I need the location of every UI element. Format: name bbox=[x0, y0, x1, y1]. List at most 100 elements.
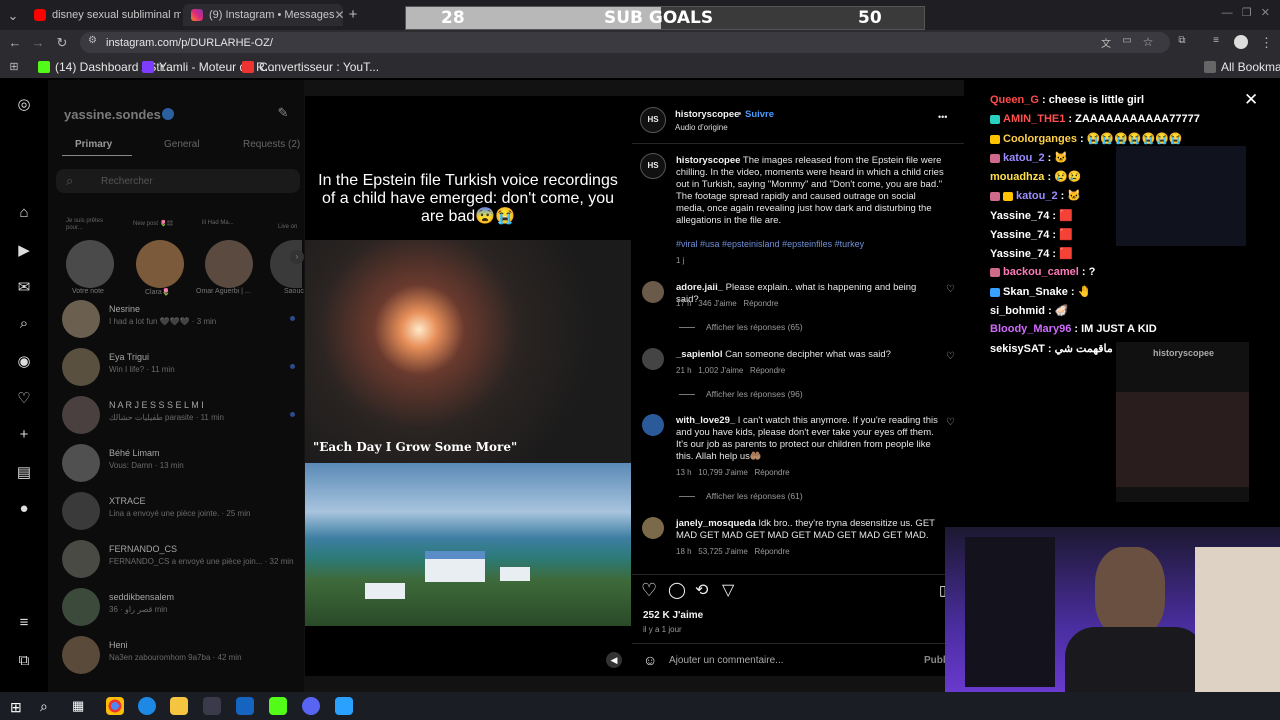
notifications-icon[interactable]: ♡ bbox=[14, 389, 34, 409]
list-item[interactable]: Eya Trigui Win I life? · 11 min bbox=[62, 348, 302, 392]
store-icon[interactable] bbox=[203, 697, 221, 715]
reels-icon[interactable]: ▶ bbox=[14, 241, 34, 261]
like-count[interactable]: 252 K J'aime bbox=[643, 610, 703, 621]
compose-icon[interactable]: ✎ bbox=[275, 105, 291, 121]
view-replies-button[interactable]: Afficher les réponses (65) bbox=[706, 322, 803, 332]
close-icon[interactable]: ✕ bbox=[1244, 90, 1258, 110]
search-icon[interactable]: ⌕ bbox=[14, 315, 34, 335]
all-bookmarks[interactable]: All Bookmarks bbox=[1204, 60, 1280, 74]
cast-icon[interactable]: ▭ bbox=[1121, 35, 1133, 46]
chrome-icon[interactable] bbox=[106, 697, 124, 715]
apps-icon[interactable]: ⊞ bbox=[8, 60, 20, 73]
window-controls[interactable]: — ❐ ✕ bbox=[1190, 6, 1270, 19]
avatar[interactable] bbox=[642, 348, 664, 370]
new-tab-button[interactable]: + bbox=[346, 6, 360, 23]
list-item[interactable]: N A R J E S S S E L M I طفيليات حشالك par… bbox=[62, 396, 302, 440]
mute-icon[interactable]: ◀ bbox=[606, 652, 622, 668]
extensions-icon[interactable]: ⧉ bbox=[1176, 35, 1188, 46]
reply-button[interactable]: Répondre bbox=[754, 468, 789, 477]
reply-button[interactable]: Répondre bbox=[743, 299, 778, 308]
profile-icon[interactable]: ● bbox=[14, 500, 34, 520]
heart-icon[interactable]: ♡ bbox=[946, 284, 955, 295]
avatar[interactable] bbox=[66, 240, 114, 288]
tab-instagram[interactable]: (9) Instagram • Messages ✕ bbox=[183, 4, 343, 26]
tab-youtube[interactable]: disney sexual subliminal messa ✕ bbox=[26, 4, 181, 26]
menu-icon[interactable]: ⋮ bbox=[1260, 35, 1273, 51]
comment-user[interactable]: _sapienlol bbox=[676, 349, 722, 360]
instagram-logo-icon[interactable]: ◎ bbox=[14, 95, 34, 115]
profile-avatar[interactable] bbox=[1234, 35, 1248, 49]
comment-likes[interactable]: 1,002 J'aime bbox=[698, 366, 743, 375]
windows-start-icon[interactable]: ⊞ bbox=[10, 699, 22, 716]
avatar[interactable] bbox=[136, 240, 184, 288]
back-icon[interactable]: ← bbox=[8, 35, 22, 50]
address-bar[interactable]: ⚙ instagram.com/p/DURLARHE-OZ/ bbox=[80, 32, 1170, 53]
comment-likes[interactable]: 10,799 J'aime bbox=[698, 468, 748, 477]
file-explorer-icon[interactable] bbox=[170, 697, 188, 715]
avatar[interactable] bbox=[205, 240, 253, 288]
reply-button[interactable]: Répondre bbox=[754, 547, 789, 556]
comment-user[interactable]: with_love29_ bbox=[676, 415, 735, 426]
avatar[interactable] bbox=[642, 517, 664, 539]
reply-button[interactable]: Répondre bbox=[750, 366, 785, 375]
kick-icon[interactable] bbox=[269, 697, 287, 715]
hashtags[interactable]: #viral #usa #epsteinisland #epsteinfiles… bbox=[676, 239, 946, 249]
heart-icon[interactable]: ♡ bbox=[946, 351, 955, 362]
more-options-icon[interactable]: ••• bbox=[938, 112, 947, 122]
dashboard-icon[interactable]: ▤ bbox=[14, 463, 34, 483]
list-item[interactable]: seddikbensalem قصر راو · 36 min bbox=[62, 588, 302, 632]
reload-icon[interactable]: ↻ bbox=[55, 35, 69, 51]
author-name[interactable]: historyscopee bbox=[675, 109, 739, 120]
share-icon[interactable]: ▽ bbox=[722, 580, 734, 600]
tab-general[interactable]: General bbox=[164, 139, 200, 150]
list-item[interactable]: Béhé Limam Vous: Damn · 13 min bbox=[62, 444, 302, 488]
author-name[interactable]: historyscopee bbox=[676, 155, 740, 166]
tab-primary[interactable]: Primary bbox=[75, 139, 112, 150]
search-input[interactable]: ⌕ Rechercher bbox=[56, 169, 300, 193]
comment-likes[interactable]: 53,725 J'aime bbox=[698, 547, 748, 556]
tab-requests[interactable]: Requests (2) bbox=[243, 139, 300, 150]
explore-icon[interactable]: ◉ bbox=[14, 352, 34, 372]
chevron-right-icon[interactable]: › bbox=[290, 250, 304, 264]
like-icon[interactable]: ♡ bbox=[641, 580, 657, 601]
avatar[interactable] bbox=[642, 414, 664, 436]
list-item[interactable]: FERNANDO_CS FERNANDO_CS a envoyé une pièc… bbox=[62, 540, 302, 584]
follow-button[interactable]: Suivre bbox=[745, 109, 774, 120]
avatar[interactable] bbox=[642, 281, 664, 303]
comment-input[interactable]: Ajouter un commentaire... bbox=[669, 655, 784, 666]
more-icon[interactable]: ≡ bbox=[14, 614, 34, 634]
app-icon[interactable] bbox=[335, 697, 353, 715]
site-info-icon[interactable]: ⚙ bbox=[88, 35, 97, 46]
discord-icon[interactable] bbox=[302, 697, 320, 715]
list-item[interactable]: Nesrine I had a lot fun 🖤🖤🖤 · 3 min bbox=[62, 300, 302, 344]
mail-icon[interactable] bbox=[236, 697, 254, 715]
also-from-meta-icon[interactable]: ⧉ bbox=[14, 652, 34, 672]
bookmark-convertisseur[interactable]: Convertisseur : YouT... bbox=[242, 60, 379, 74]
list-item[interactable]: XTRACE Lina a envoyé une pièce jointe. · … bbox=[62, 492, 302, 536]
view-replies-button[interactable]: Afficher les réponses (96) bbox=[706, 389, 803, 399]
comment-icon[interactable]: ◯ bbox=[668, 580, 686, 600]
repost-icon[interactable]: ⟲ bbox=[695, 580, 708, 600]
reading-list-icon[interactable]: ≡ bbox=[1210, 35, 1222, 46]
dm-username[interactable]: yassine.sondes bbox=[64, 107, 161, 122]
tab-search-icon[interactable]: ⌄ bbox=[6, 8, 20, 24]
create-icon[interactable]: + bbox=[14, 426, 34, 446]
audio-label[interactable]: Audio d'origine bbox=[675, 123, 728, 132]
edge-icon[interactable] bbox=[138, 697, 156, 715]
translate-icon[interactable]: 文 bbox=[1100, 35, 1112, 50]
emoji-icon[interactable]: ☺ bbox=[643, 652, 657, 668]
comment-likes[interactable]: 346 J'aime bbox=[698, 299, 736, 308]
view-replies-button[interactable]: Afficher les réponses (61) bbox=[706, 491, 803, 501]
author-avatar[interactable]: HS bbox=[640, 107, 666, 133]
home-icon[interactable]: ⌂ bbox=[14, 204, 34, 224]
task-view-icon[interactable]: ▦ bbox=[72, 698, 84, 714]
search-icon[interactable]: ⌕ bbox=[40, 698, 48, 715]
list-item[interactable]: Heni Na3en zabouromhom 9a7ba · 42 min bbox=[62, 636, 302, 680]
messages-icon[interactable]: ✉ bbox=[14, 278, 34, 298]
heart-icon[interactable]: ♡ bbox=[946, 417, 955, 428]
close-icon[interactable]: ✕ bbox=[335, 8, 343, 22]
comment-user[interactable]: janely_mosqueda bbox=[676, 518, 756, 529]
author-avatar[interactable]: HS bbox=[640, 153, 666, 179]
comment-user[interactable]: adore.jaii_ bbox=[676, 282, 723, 293]
forward-icon[interactable]: → bbox=[31, 35, 45, 50]
